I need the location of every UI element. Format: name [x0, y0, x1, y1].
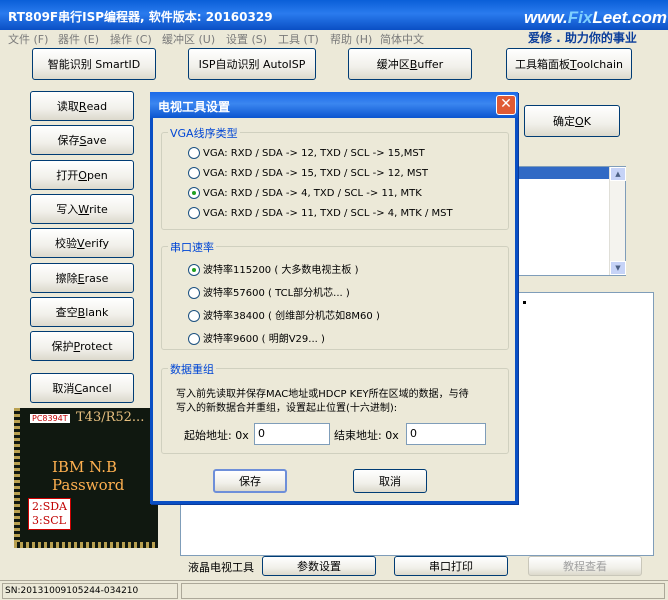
start-address-input[interactable]: 0 [254, 423, 330, 445]
protect-button[interactable]: 保护 Protect [30, 331, 134, 361]
dialog-title-bar[interactable]: 电视工具设置 ✕ [150, 92, 518, 118]
menu-device[interactable]: 器件 (E) [58, 31, 99, 47]
chip-pin-labels: 2:SDA 3:SCL [28, 498, 72, 530]
write-button[interactable]: 写入 Write [30, 194, 134, 224]
status-message [181, 583, 665, 599]
merge-group: 数据重组 写入前先读取并保存MAC地址或HDCP KEY所在区域的数据，与待 写… [161, 361, 509, 454]
chip-photo: PC8394T T43/R52... IBM N.B Password 2:SD… [14, 408, 158, 548]
blank-button[interactable]: 查空 Blank [30, 297, 134, 327]
chip-pins-left [14, 408, 20, 548]
smartid-button[interactable]: 智能识别 SmartID [32, 48, 156, 80]
vga-option-1[interactable]: VGA: RXD / SDA -> 12, TXD / SCL -> 15,MS… [188, 147, 425, 159]
chip-label: PC8394T [30, 414, 70, 423]
merge-group-title: 数据重组 [168, 361, 216, 377]
erase-button[interactable]: 擦除 Erase [30, 263, 134, 293]
radio-icon[interactable] [188, 333, 200, 345]
radio-icon[interactable] [188, 287, 200, 299]
buffer-button[interactable]: 缓冲区 Buffer [348, 48, 472, 80]
chip-model-text: T43/R52... [76, 410, 145, 425]
baud-group-title: 串口速率 [168, 239, 216, 255]
toolchain-button[interactable]: 工具箱面板 Toolchain [506, 48, 632, 80]
param-settings-button[interactable]: 参数设置 [262, 556, 376, 576]
menu-operation[interactable]: 操作 (C) [110, 31, 152, 47]
save-button[interactable]: 保存 Save [30, 125, 134, 155]
slogan: 爱修 . 助力你的事业 [528, 31, 637, 45]
baud-option-9600[interactable]: 波特率9600 ( 明朗V29... ) [188, 330, 325, 345]
verify-button[interactable]: 校验 Verify [30, 228, 134, 258]
menu-settings[interactable]: 设置 (S) [226, 31, 267, 47]
merge-description-line1: 写入前先读取并保存MAC地址或HDCP KEY所在区域的数据，与待 [176, 389, 469, 400]
menu-buffer[interactable]: 缓冲区 (U) [162, 31, 215, 47]
tv-tool-settings-dialog: 电视工具设置 ✕ VGA线序类型 VGA: RXD / SDA -> 12, T… [150, 92, 518, 504]
log-cursor [523, 301, 526, 304]
open-button[interactable]: 打开 Open [30, 160, 134, 190]
window-title: RT809F串行ISP编程器, 软件版本: 20160329 [8, 10, 273, 24]
close-icon[interactable]: ✕ [496, 95, 516, 115]
end-address-label: 结束地址: 0x [334, 429, 399, 442]
dialog-title: 电视工具设置 [158, 100, 231, 114]
auto-isp-button[interactable]: ISP自动识别 AutoISP [188, 48, 316, 80]
baud-option-115200[interactable]: 波特率115200 ( 大多数电视主板 ) [188, 261, 359, 276]
baud-group: 串口速率 波特率115200 ( 大多数电视主板 ) 波特率57600 ( TC… [161, 239, 509, 350]
radio-icon[interactable] [188, 207, 200, 219]
serial-number: SN:20131009105244-034210 [2, 583, 178, 599]
dialog-save-button[interactable]: 保存 [213, 469, 287, 493]
menu-file[interactable]: 文件 (F) [8, 31, 48, 47]
scroll-down-arrow[interactable]: ▼ [610, 261, 626, 275]
vga-option-4[interactable]: VGA: RXD / SDA -> 11, TXD / SCL -> 4, MT… [188, 207, 453, 219]
baud-option-57600[interactable]: 波特率57600 ( TCL部分机芯... ) [188, 284, 350, 299]
start-address-label: 起始地址: 0x [184, 429, 249, 442]
status-bar: SN:20131009105244-034210 [0, 580, 668, 600]
serial-print-button[interactable]: 串口打印 [394, 556, 508, 576]
vga-group: VGA线序类型 VGA: RXD / SDA -> 12, TXD / SCL … [161, 125, 509, 230]
end-address-input[interactable]: 0 [406, 423, 486, 445]
radio-selected-icon[interactable] [188, 187, 200, 199]
menu-help[interactable]: 帮助 (H) [330, 31, 372, 47]
vga-option-2[interactable]: VGA: RXD / SDA -> 15, TXD / SCL -> 12, M… [188, 167, 428, 179]
device-list-scrollbar[interactable]: ▲ ▼ [609, 167, 626, 275]
watermark: www.FixLeet.com [524, 8, 667, 27]
baud-option-38400[interactable]: 波特率38400 ( 创维部分机芯如8M60 ) [188, 307, 380, 322]
menu-tools[interactable]: 工具 (T) [278, 31, 319, 47]
radio-selected-icon[interactable] [188, 264, 200, 276]
dialog-cancel-button[interactable]: 取消 [353, 469, 427, 493]
lcd-tool-label: 液晶电视工具 [188, 561, 254, 574]
radio-icon[interactable] [188, 147, 200, 159]
radio-icon[interactable] [188, 167, 200, 179]
vga-option-3[interactable]: VGA: RXD / SDA -> 4, TXD / SCL -> 11, MT… [188, 187, 422, 199]
vga-group-title: VGA线序类型 [168, 125, 240, 141]
confirm-ok-button[interactable]: 确定 OK [524, 105, 620, 137]
merge-description-line2: 写入的新数据合并重组，设置起止位置(十六进制): [176, 403, 398, 414]
tutorial-button[interactable]: 教程查看 [528, 556, 642, 576]
radio-icon[interactable] [188, 310, 200, 322]
device-list[interactable]: ▲ ▼ [510, 166, 626, 276]
chip-caption: IBM N.B Password [52, 458, 125, 494]
title-bar: RT809F串行ISP编程器, 软件版本: 20160329 www.FixLe… [0, 0, 668, 30]
scroll-up-arrow[interactable]: ▲ [610, 167, 626, 181]
chip-pins-bottom [14, 542, 158, 548]
device-list-selected-row[interactable] [511, 167, 609, 179]
menu-language[interactable]: 简体中文 [380, 31, 424, 47]
read-button[interactable]: 读取 Read [30, 91, 134, 121]
cancel-main-button[interactable]: 取消 Cancel [30, 373, 134, 403]
